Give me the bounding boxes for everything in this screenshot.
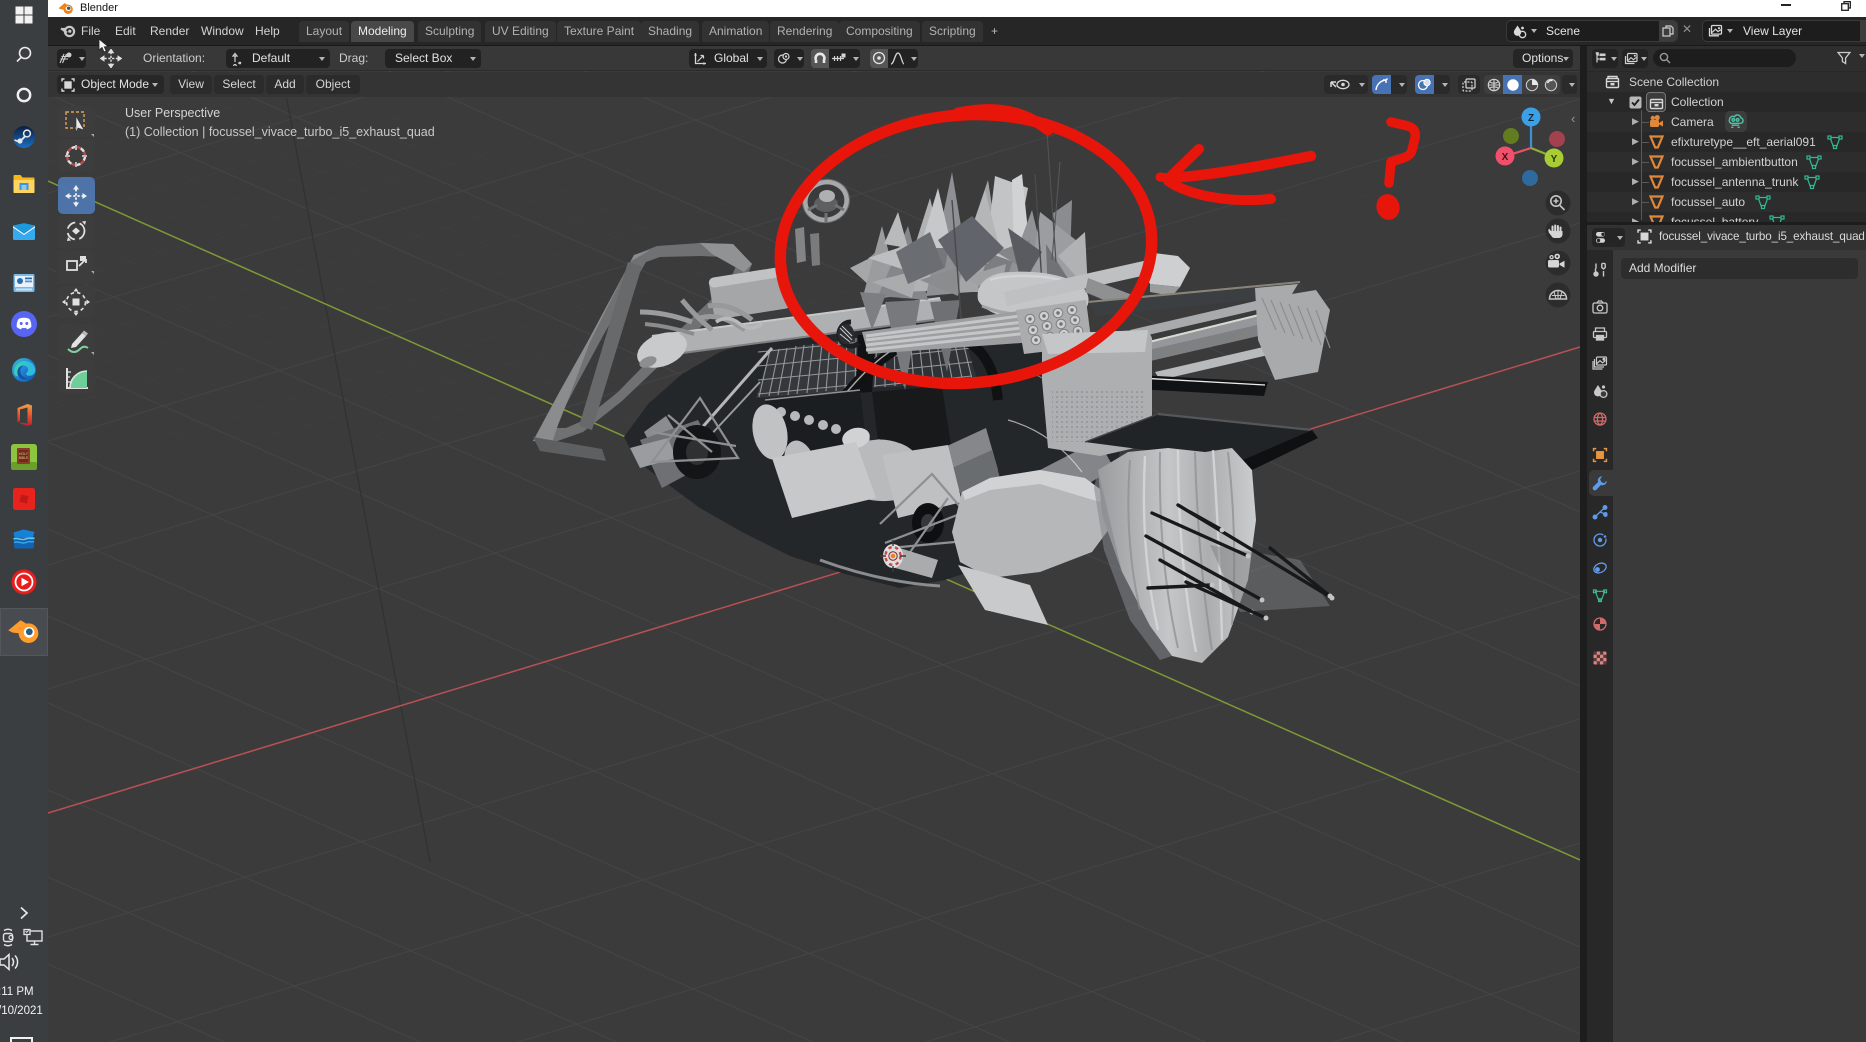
svg-text:Y: Y — [1551, 154, 1558, 165]
svg-text:X: X — [1502, 152, 1509, 163]
svg-text:BIBLE: BIBLE — [19, 456, 29, 460]
svg-text:User Perspective: User Perspective — [125, 106, 220, 120]
svg-text:(1) Collection | focussel_viva: (1) Collection | focussel_vivace_turbo_i… — [125, 125, 435, 139]
svg-text:Z: Z — [1528, 113, 1534, 124]
svg-text:‹: ‹ — [1571, 111, 1575, 126]
